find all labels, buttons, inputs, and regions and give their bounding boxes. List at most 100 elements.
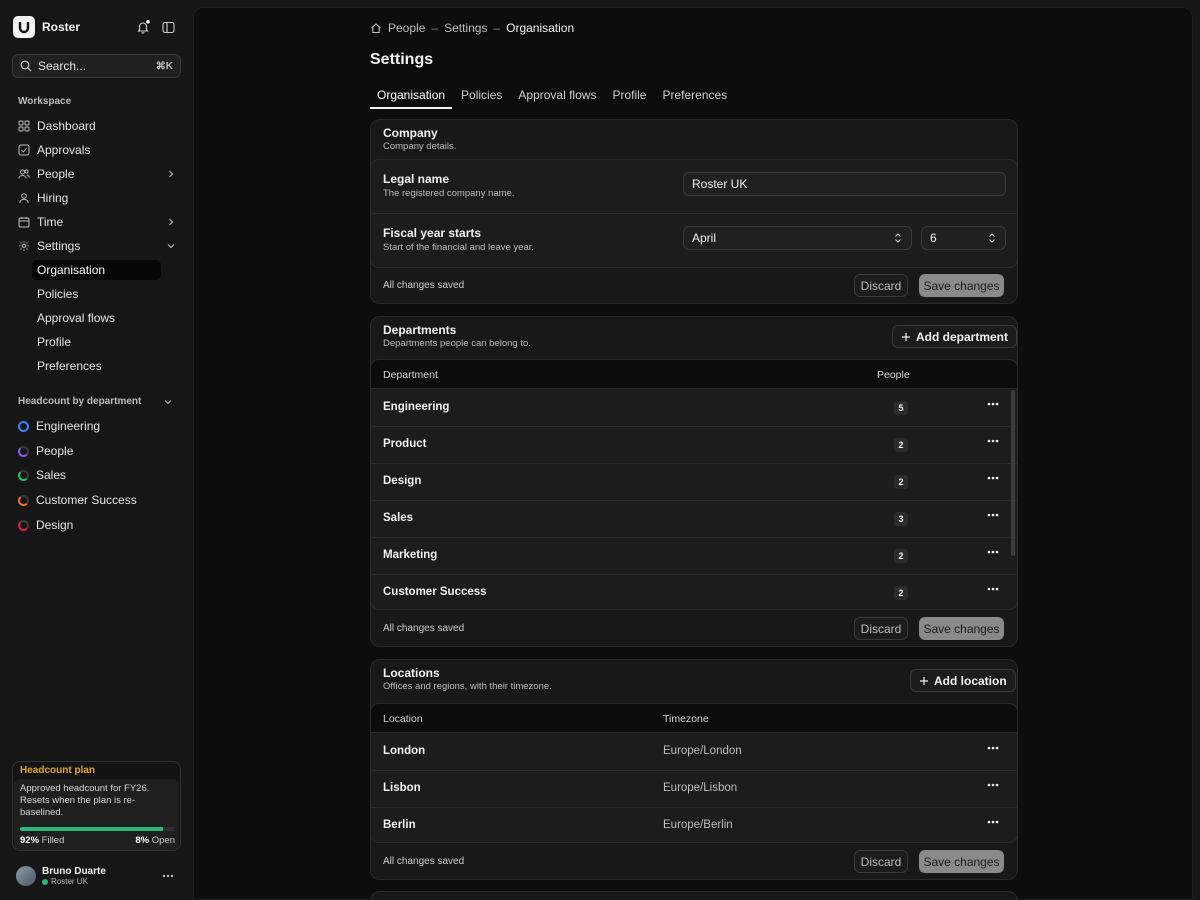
fiscal-month-select[interactable]: April bbox=[683, 226, 912, 250]
tab-organisation[interactable]: Organisation bbox=[370, 86, 453, 109]
main-panel: People – Settings – Organisation Setting… bbox=[193, 7, 1193, 900]
sidebar-item-label: People bbox=[37, 167, 75, 181]
status-dot bbox=[42, 878, 48, 885]
breadcrumb-settings[interactable]: Settings bbox=[444, 21, 487, 35]
tab-policies[interactable]: Policies bbox=[454, 86, 509, 109]
legal-name-input[interactable]: Roster UK bbox=[683, 172, 1006, 196]
headcount-label: Headcount by department bbox=[18, 396, 142, 407]
discard-button[interactable]: Discard bbox=[854, 617, 908, 640]
scrollbar[interactable] bbox=[1011, 390, 1015, 556]
headcount-label-text: People bbox=[36, 444, 74, 458]
more-icon[interactable] bbox=[987, 513, 999, 517]
sidebar-sub-policies[interactable]: Policies bbox=[32, 284, 161, 304]
location-name: Lisbon bbox=[383, 782, 421, 794]
user-icon bbox=[19, 193, 29, 204]
table-header: Location Timezone bbox=[371, 704, 1017, 733]
table-row[interactable]: Berlin Europe/Berlin bbox=[371, 808, 1017, 842]
more-icon[interactable] bbox=[987, 783, 999, 787]
breadcrumb: People – Settings – Organisation bbox=[370, 21, 574, 35]
more-icon[interactable] bbox=[160, 868, 176, 884]
sidebar-item-time[interactable]: Time bbox=[18, 211, 176, 233]
add-department-button[interactable]: Add department bbox=[892, 325, 1017, 348]
locations-table: Location Timezone London Europe/London L… bbox=[370, 703, 1018, 843]
table-row[interactable]: Customer Success 2 bbox=[371, 575, 1017, 609]
avatar bbox=[16, 866, 36, 886]
col-people: People bbox=[877, 369, 910, 381]
sidebar-item-approvals[interactable]: Approvals bbox=[18, 139, 176, 161]
breadcrumb-people[interactable]: People bbox=[388, 21, 425, 35]
fiscal-year-row: Fiscal year starts Start of the financia… bbox=[371, 214, 1017, 267]
search-input[interactable]: Search... ⌘K bbox=[12, 54, 181, 78]
tab-profile[interactable]: Profile bbox=[605, 86, 653, 109]
headcount-item-design[interactable]: Design bbox=[18, 515, 73, 535]
headcount-label-text: Design bbox=[36, 518, 74, 532]
table-row[interactable]: London Europe/London bbox=[371, 734, 1017, 771]
sidebar-item-people[interactable]: People bbox=[18, 163, 176, 185]
more-icon[interactable] bbox=[987, 476, 999, 480]
add-location-button[interactable]: Add location bbox=[910, 669, 1016, 692]
col-location: Location bbox=[383, 713, 423, 725]
headcount-item-engineering[interactable]: Engineering bbox=[18, 416, 100, 436]
page-title: Settings bbox=[370, 51, 434, 68]
donut-icon bbox=[18, 445, 29, 457]
sidebar-item-label: Approvals bbox=[37, 143, 91, 157]
search-placeholder: Search... bbox=[38, 59, 87, 73]
sidebar-item-settings[interactable]: Settings bbox=[18, 235, 176, 257]
sidebar-item-dashboard[interactable]: Dashboard bbox=[18, 115, 176, 137]
table-row[interactable]: Engineering 5 bbox=[371, 390, 1017, 427]
more-icon[interactable] bbox=[987, 402, 999, 406]
home-icon[interactable] bbox=[370, 22, 382, 34]
save-button[interactable]: Save changes bbox=[919, 850, 1004, 873]
discard-button[interactable]: Discard bbox=[854, 274, 908, 297]
save-button[interactable]: Save changes bbox=[919, 617, 1004, 640]
bell-icon[interactable] bbox=[135, 19, 151, 35]
sidebar-sub-approval-flows[interactable]: Approval flows bbox=[32, 308, 161, 328]
sidebar-sub-organisation[interactable]: Organisation bbox=[32, 260, 161, 280]
table-row[interactable]: Lisbon Europe/Lisbon bbox=[371, 771, 1017, 808]
sidebar-toggle-icon[interactable] bbox=[160, 19, 176, 35]
more-icon[interactable] bbox=[987, 746, 999, 750]
sidebar-item-hiring[interactable]: Hiring bbox=[18, 187, 176, 209]
table-row[interactable]: Product 2 bbox=[371, 427, 1017, 464]
people-count-badge: 2 bbox=[894, 586, 908, 600]
plan-open: 8% Open bbox=[135, 835, 175, 846]
table-row[interactable]: Sales 3 bbox=[371, 501, 1017, 538]
discard-button[interactable]: Discard bbox=[854, 850, 908, 873]
more-icon[interactable] bbox=[987, 550, 999, 554]
headcount-label-text: Sales bbox=[36, 468, 67, 482]
location-timezone: Europe/Berlin bbox=[663, 819, 733, 831]
col-timezone: Timezone bbox=[663, 713, 709, 725]
chevron-down-icon[interactable] bbox=[160, 394, 176, 410]
location-timezone: Europe/London bbox=[663, 745, 742, 757]
save-button[interactable]: Save changes bbox=[919, 274, 1004, 297]
fiscal-day-select[interactable]: 6 bbox=[921, 226, 1006, 250]
table-row[interactable]: Marketing 2 bbox=[371, 538, 1017, 575]
headcount-item-customer-success[interactable]: Customer Success bbox=[18, 490, 137, 510]
plan-progress-bar bbox=[20, 827, 175, 831]
gear-icon bbox=[19, 241, 29, 251]
more-icon[interactable] bbox=[987, 439, 999, 443]
card-subtitle: Company details. bbox=[383, 141, 457, 152]
headcount-item-people[interactable]: People bbox=[18, 441, 73, 461]
breadcrumb-current: Organisation bbox=[506, 21, 575, 35]
calendar-icon bbox=[18, 217, 30, 228]
sidebar-sub-preferences[interactable]: Preferences bbox=[32, 356, 161, 376]
more-icon[interactable] bbox=[987, 820, 999, 824]
chevron-down-icon bbox=[167, 244, 175, 249]
plus-icon bbox=[902, 332, 910, 341]
headcount-item-sales[interactable]: Sales bbox=[18, 465, 66, 485]
brand[interactable]: Roster bbox=[13, 16, 80, 38]
plan-stats: 92% Filled 8% Open bbox=[20, 835, 175, 846]
more-icon[interactable] bbox=[987, 587, 999, 591]
donut-icon bbox=[18, 494, 29, 506]
table-row[interactable]: Design 2 bbox=[371, 464, 1017, 501]
next-card bbox=[370, 891, 1018, 899]
field-description: Start of the financial and leave year. bbox=[383, 242, 535, 253]
sidebar-item-label: Settings bbox=[37, 239, 81, 253]
plan-progress-fill bbox=[20, 827, 163, 831]
user-menu[interactable]: Bruno Duarte Roster UK bbox=[16, 864, 176, 888]
tab-preferences[interactable]: Preferences bbox=[655, 86, 734, 109]
sidebar-sub-profile[interactable]: Profile bbox=[32, 332, 161, 352]
tab-approval-flows[interactable]: Approval flows bbox=[511, 86, 603, 109]
chevron-right-icon bbox=[169, 218, 174, 226]
